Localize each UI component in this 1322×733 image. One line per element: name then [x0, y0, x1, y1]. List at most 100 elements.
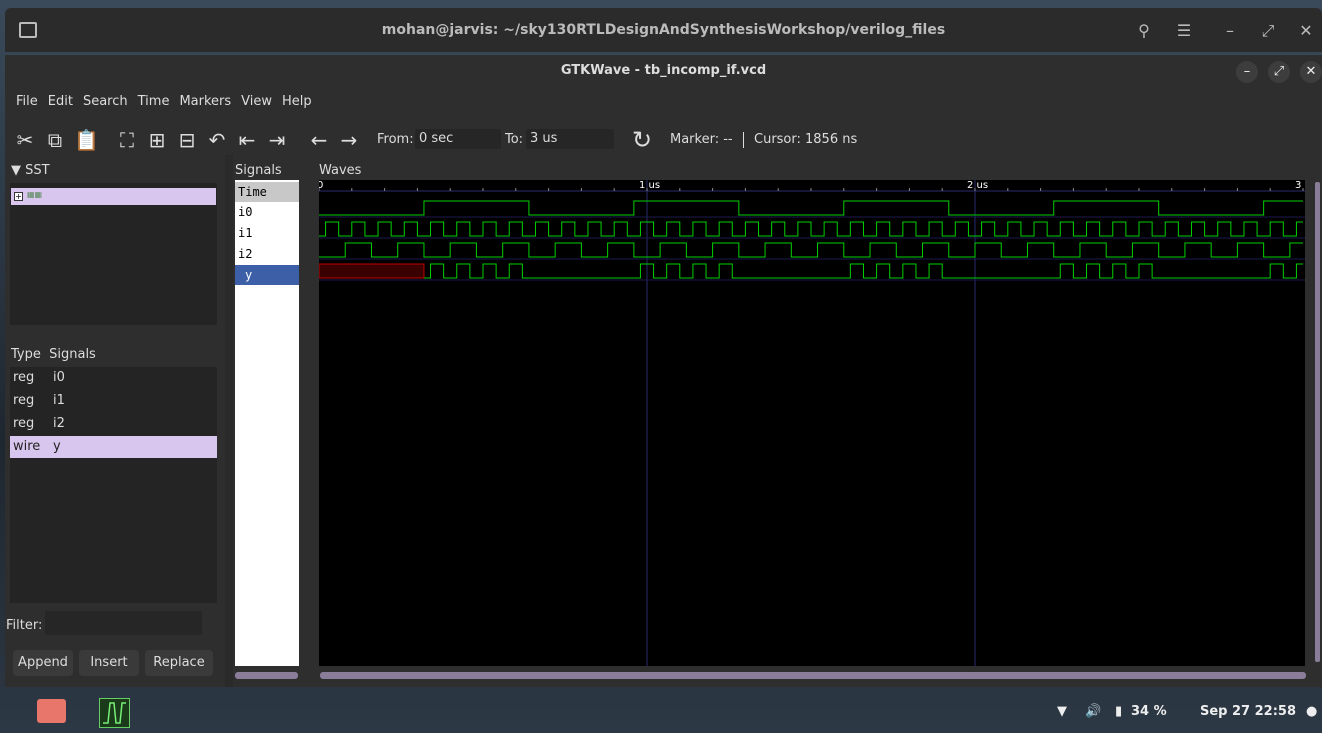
signals-pane-title: Signals [235, 163, 282, 178]
toolbar-separator [743, 132, 744, 148]
waveform-trace-y [423, 263, 1303, 279]
time-tick-label: 2 us [967, 180, 988, 191]
sst-label: SST [25, 163, 50, 178]
filter-input[interactable] [45, 611, 202, 635]
list-item[interactable]: reg i2 [10, 413, 217, 435]
close-icon[interactable]: ✕ [1295, 20, 1317, 42]
next-edge-icon[interactable]: → [338, 129, 360, 151]
zoom-in-icon[interactable]: ⊞ [146, 129, 168, 151]
time-tick-label: 1 us [639, 180, 660, 191]
pane-divider[interactable] [225, 155, 233, 687]
sst-header[interactable]: ▼ SST [11, 163, 50, 178]
zoom-out-icon[interactable]: ⊟ [176, 129, 198, 151]
signal-row[interactable]: y [235, 265, 299, 285]
paste-icon[interactable]: 📋 [74, 129, 99, 151]
taskbar: ▼ 🔊 ▮ 34 % Sep 27 22:58 ● [0, 690, 1322, 733]
signal-type: reg [13, 370, 35, 385]
waves-title: Waves [319, 163, 362, 178]
collapse-triangle-icon: ▼ [11, 163, 21, 178]
insert-button[interactable]: Insert [79, 650, 139, 676]
menu-markers[interactable]: Markers [174, 94, 236, 109]
waveform-trace-i0 [319, 200, 1303, 216]
waves-vertical-scrollbar[interactable] [1315, 182, 1320, 662]
sst-tree-item[interactable]: + ▦▦ [11, 188, 216, 205]
minimize-button[interactable]: – [1236, 61, 1258, 83]
list-item[interactable]: wire y [10, 436, 217, 458]
gtkwave-app-icon[interactable] [99, 698, 130, 728]
battery-icon: ▮ [1115, 704, 1123, 719]
menu-file[interactable]: File [11, 94, 43, 109]
undo-zoom-icon[interactable]: ↶ [206, 129, 228, 151]
waves-horizontal-scrollbar[interactable] [320, 672, 1306, 679]
cursor-readout: Cursor: 1856 ns [754, 132, 858, 147]
signals-list[interactable]: Time i0 i1 i2 y [235, 180, 299, 666]
zoom-to-end-icon[interactable]: ⇥ [266, 129, 288, 151]
menu-search[interactable]: Search [78, 94, 133, 109]
terminal-title: mohan@jarvis: ~/sky130RTLDesignAndSynthe… [381, 22, 946, 38]
signal-list: reg i0 reg i1 reg i2 wire y [10, 367, 217, 603]
signal-name: y [53, 439, 61, 454]
tree-node-icon: ▦▦ [27, 190, 43, 199]
sst-tree[interactable]: + ▦▦ [10, 183, 217, 325]
previous-edge-icon[interactable]: ← [308, 129, 330, 151]
wifi-icon[interactable]: ▼ [1057, 704, 1067, 719]
volume-icon[interactable]: 🔊 [1085, 704, 1101, 719]
signal-name: i2 [53, 416, 65, 431]
minimize-icon[interactable]: – [1219, 20, 1241, 42]
window-title: GTKWave - tb_incomp_if.vcd [560, 63, 767, 78]
menu-time[interactable]: Time [133, 94, 175, 109]
toolbar: ✂ ⧉ 📋 ⛶ ⊞ ⊟ ↶ ⇤ ⇥ ← → From: 0 sec To: 3 … [5, 123, 1322, 155]
replace-button[interactable]: Replace [145, 650, 213, 676]
menu-edit[interactable]: Edit [43, 94, 78, 109]
waveform-canvas[interactable]: 0 1 us 2 us 3 us [319, 180, 1305, 666]
gtkwave-window: GTKWave - tb_incomp_if.vcd – ⤢ ✕ File Ed… [5, 55, 1322, 687]
maximize-icon[interactable]: ⤢ [1257, 20, 1279, 42]
append-button[interactable]: Append [13, 650, 73, 676]
time-tick-label: 0 [319, 180, 323, 191]
type-column-header: Type [11, 347, 41, 362]
image-viewer-app-icon[interactable] [37, 699, 66, 723]
expand-icon[interactable]: + [14, 192, 23, 201]
zoom-to-start-icon[interactable]: ⇤ [236, 129, 258, 151]
filter-label: Filter: [6, 618, 43, 633]
signal-row[interactable]: i0 [235, 202, 299, 222]
clock[interactable]: Sep 27 22:58 [1200, 704, 1296, 719]
menubar: File Edit Search Time Markers View Help [11, 94, 317, 109]
terminal-titlebar: mohan@jarvis: ~/sky130RTLDesignAndSynthe… [5, 8, 1322, 52]
signal-type: reg [13, 416, 35, 431]
signals-pane: Signals Time i0 i1 i2 y [235, 163, 299, 666]
signal-row[interactable]: i1 [235, 223, 299, 243]
close-button[interactable]: ✕ [1300, 61, 1322, 83]
waveform-svg: 0 1 us 2 us 3 us [319, 180, 1305, 666]
time-tick-label: 3 us [1295, 180, 1305, 191]
list-item[interactable]: reg i0 [10, 367, 217, 389]
undefined-region [319, 263, 425, 279]
signals-horizontal-scrollbar[interactable] [235, 672, 298, 679]
battery-level: 34 % [1131, 704, 1167, 719]
signal-name: i0 [53, 370, 65, 385]
notification-dot-icon[interactable]: ● [1306, 704, 1317, 719]
waveform-trace-i2 [319, 242, 1303, 258]
maximize-button[interactable]: ⤢ [1268, 61, 1290, 83]
signals-column-header: Signals [49, 347, 96, 362]
signal-list-header: Type Signals [11, 347, 96, 362]
signal-name: i1 [53, 393, 65, 408]
copy-icon[interactable]: ⧉ [44, 129, 66, 151]
zoom-fit-icon[interactable]: ⛶ [116, 129, 138, 151]
signal-row[interactable]: i2 [235, 244, 299, 264]
from-input[interactable]: 0 sec [415, 129, 501, 149]
list-item[interactable]: reg i1 [10, 390, 217, 412]
marker-readout: Marker: -- [670, 132, 733, 147]
from-label: From: [377, 132, 414, 147]
search-icon[interactable]: ⚲ [1133, 20, 1155, 42]
menu-view[interactable]: View [236, 94, 277, 109]
time-row: Time [235, 182, 299, 202]
hamburger-menu-icon[interactable]: ☰ [1173, 20, 1195, 42]
to-input[interactable]: 3 us [526, 129, 614, 149]
signal-type: wire [13, 439, 41, 454]
signal-type: reg [13, 393, 35, 408]
reload-icon[interactable]: ↻ [631, 128, 653, 152]
to-label: To: [505, 132, 524, 147]
cut-icon[interactable]: ✂ [14, 129, 36, 151]
menu-help[interactable]: Help [277, 94, 317, 109]
